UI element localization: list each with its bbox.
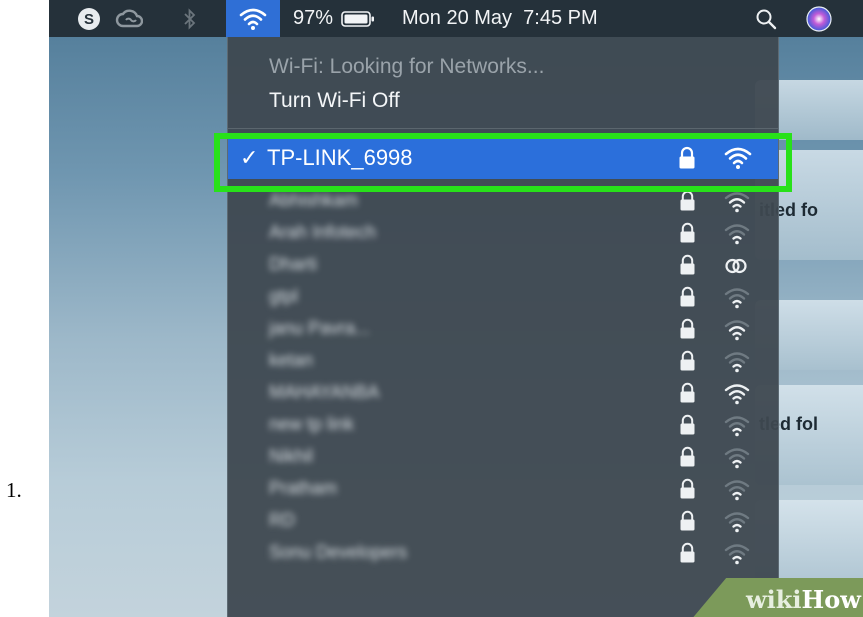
svg-text:S: S xyxy=(84,11,94,28)
wifi-dropdown-menu: Wi-Fi: Looking for Networks... Turn Wi-F… xyxy=(227,37,779,617)
network-name: MAHAYANBA xyxy=(269,382,380,402)
wifi-signal-icon xyxy=(723,190,751,219)
battery-icon[interactable] xyxy=(341,0,375,37)
creative-cloud-icon[interactable] xyxy=(115,0,143,37)
turn-wifi-off-item[interactable]: Turn Wi-Fi Off xyxy=(269,89,400,113)
wifi-signal-icon xyxy=(723,542,751,571)
lock-icon xyxy=(679,382,696,409)
lock-icon xyxy=(679,478,696,505)
wifi-signal-icon xyxy=(723,286,751,315)
lock-icon xyxy=(679,286,696,313)
network-item[interactable]: janu Pavra... xyxy=(228,315,778,345)
watermark-wiki: wiki xyxy=(746,585,802,614)
network-name: Arah Infotech xyxy=(269,222,377,242)
wifi-signal-icon xyxy=(723,382,751,411)
wifi-signal-icon xyxy=(723,222,751,251)
lock-icon xyxy=(679,350,696,377)
lock-icon xyxy=(679,222,696,249)
network-item[interactable]: Pratham xyxy=(228,475,778,505)
network-name: RD xyxy=(269,510,295,530)
lock-icon xyxy=(679,254,696,281)
network-item[interactable]: ketan xyxy=(228,347,778,377)
network-item[interactable]: gtpl xyxy=(228,283,778,313)
network-item[interactable]: Dharti xyxy=(228,251,778,281)
wifi-signal-icon xyxy=(723,446,751,475)
wikihow-watermark: wikiHow xyxy=(746,585,861,614)
wifi-signal-icon xyxy=(723,318,751,347)
lock-icon xyxy=(679,542,696,569)
wifi-menu-button[interactable] xyxy=(226,0,280,37)
wifi-icon xyxy=(239,0,267,37)
network-item[interactable]: new tp link xyxy=(228,411,778,441)
network-name: Abhishkam xyxy=(269,190,359,210)
network-item[interactable]: Sonu Developers xyxy=(228,539,778,569)
network-name: Nikhil xyxy=(269,446,314,466)
wifi-signal-icon xyxy=(723,510,751,539)
siri-icon[interactable] xyxy=(806,0,832,37)
network-item[interactable]: RD xyxy=(228,507,778,537)
clock[interactable]: Mon 20 May 7:45 PM xyxy=(402,7,598,30)
personal-hotspot-icon xyxy=(723,254,749,283)
network-name: janu Pavra... xyxy=(269,318,371,338)
network-name: new tp link xyxy=(269,414,355,434)
menu-bar: S 97% Mon 20 May 7:45 PM xyxy=(49,0,863,37)
lock-icon xyxy=(679,414,696,441)
step-number: 1. xyxy=(6,478,22,502)
network-name: Pratham xyxy=(269,478,338,498)
lock-icon xyxy=(679,510,696,537)
spotlight-search-icon[interactable] xyxy=(755,0,777,37)
wifi-signal-icon xyxy=(723,478,751,507)
mac-screen: itled fo tled fol S 97% Mon 20 May 7:45 … xyxy=(49,0,863,617)
lock-icon xyxy=(679,318,696,345)
wifi-signal-icon xyxy=(723,350,751,379)
network-item[interactable]: Nikhil xyxy=(228,443,778,473)
network-name: gtpl xyxy=(269,286,299,306)
wifi-status-text: Wi-Fi: Looking for Networks... xyxy=(269,55,545,78)
bluetooth-icon[interactable] xyxy=(183,0,197,37)
network-item[interactable]: Arah Infotech xyxy=(228,219,778,249)
watermark-how: How xyxy=(801,585,861,614)
page: 1. itled fo tled fol S 97% Mon 20 May 7:… xyxy=(0,0,863,617)
highlight-annotation xyxy=(214,133,792,192)
battery-percentage[interactable]: 97% xyxy=(293,7,333,30)
network-name: Dharti xyxy=(269,254,318,274)
lock-icon xyxy=(679,190,696,217)
network-name: ketan xyxy=(269,350,314,370)
skype-icon[interactable]: S xyxy=(77,0,101,37)
network-item[interactable]: MAHAYANBA xyxy=(228,379,778,409)
lock-icon xyxy=(679,446,696,473)
network-name: Sonu Developers xyxy=(269,542,408,562)
menu-separator xyxy=(228,128,778,129)
wifi-signal-icon xyxy=(723,414,751,443)
